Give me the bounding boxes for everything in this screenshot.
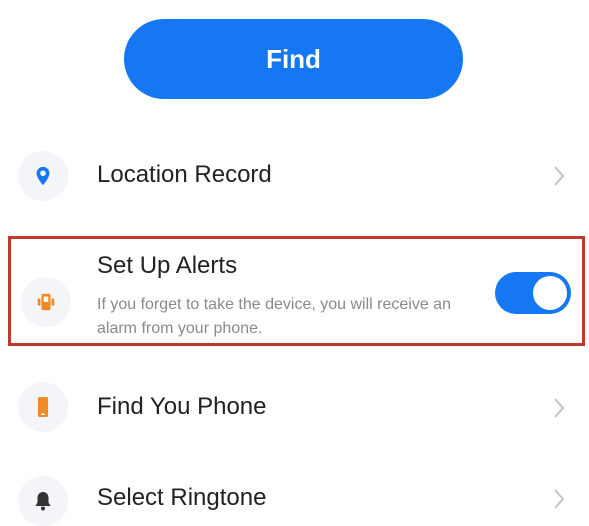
location-pin-icon (18, 151, 68, 201)
phone-icon (18, 382, 68, 432)
chevron-right-icon (548, 484, 570, 514)
find-phone-item[interactable]: Find You Phone (0, 376, 589, 440)
alarm-device-icon (21, 277, 71, 327)
chevron-right-icon (548, 161, 570, 191)
location-record-label: Location Record (97, 161, 272, 188)
set-up-alerts-item: Set Up Alerts If you forget to take the … (8, 236, 585, 346)
set-up-alerts-description: If you forget to take the device, you wi… (97, 296, 451, 337)
select-ringtone-item[interactable]: Select Ringtone (0, 472, 589, 526)
find-phone-label: Find You Phone (97, 393, 267, 420)
find-button[interactable]: Find (124, 19, 463, 99)
bell-icon (18, 476, 68, 526)
chevron-right-icon (548, 393, 570, 423)
toggle-knob (533, 276, 567, 310)
location-record-item[interactable]: Location Record (0, 144, 589, 208)
select-ringtone-label: Select Ringtone (97, 484, 267, 511)
set-up-alerts-label: Set Up Alerts (97, 252, 238, 279)
alerts-toggle[interactable] (495, 272, 571, 314)
